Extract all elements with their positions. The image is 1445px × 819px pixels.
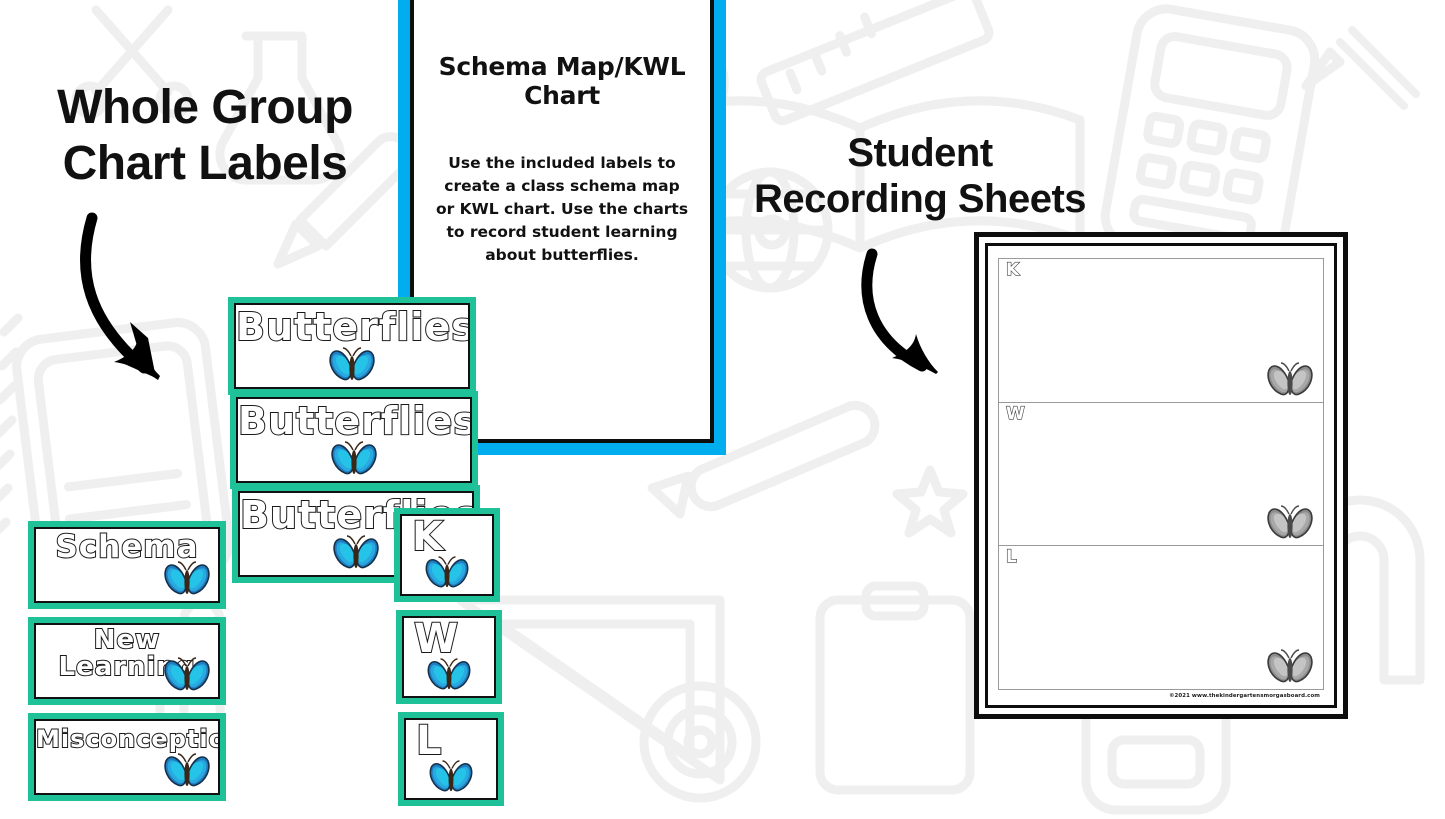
card-label-text: Misconceptions (36, 725, 218, 753)
butterfly-grayscale-icon (1267, 649, 1313, 683)
chart-label-card-k: K (394, 508, 500, 602)
kwl-row-letter-k: K (1005, 259, 1020, 280)
chart-label-card-w: W (396, 610, 502, 704)
butterfly-blue-morpho-icon (429, 760, 473, 792)
card-letter-text: L (415, 718, 443, 764)
butterfly-blue-morpho-icon (331, 441, 377, 475)
card-inner: Butterflies (236, 397, 472, 483)
kwl-row-letter-l: L (1005, 547, 1017, 568)
card-inner: Butterflies (234, 303, 470, 389)
kwl-row-k: K (999, 259, 1323, 403)
card-inner: Misconceptions (34, 719, 220, 795)
card-label-text: Butterflies (236, 305, 470, 349)
butterfly-blue-morpho-icon (164, 753, 210, 787)
card-letter-text: W (413, 616, 460, 662)
card-letter-text: K (411, 514, 444, 560)
butterfly-blue-morpho-icon (425, 556, 469, 588)
card-inner: W (402, 616, 496, 698)
chart-label-card-l: L (398, 712, 504, 806)
butterfly-blue-morpho-icon (333, 535, 379, 569)
chart-label-card-butterflies-2: Butterflies (230, 391, 478, 489)
chart-label-card-new-learning: New Learning (28, 617, 226, 705)
card-inner: Schema (34, 527, 220, 603)
cover-card-description: Use the included labels to create a clas… (435, 154, 689, 264)
kwl-row-w: W (999, 403, 1323, 547)
butterfly-blue-morpho-icon (164, 657, 210, 691)
card-inner: K (400, 514, 494, 596)
heading-whole-group-chart-labels: Whole Group Chart Labels (57, 81, 353, 190)
curved-arrow-icon-right (861, 248, 938, 374)
recording-sheet-inner: K W L ©2021 www.thekindergartensmorgasbo… (985, 243, 1337, 708)
butterfly-grayscale-icon (1267, 361, 1313, 395)
preview-canvas: Whole Group Chart Labels Student Recordi… (0, 0, 1445, 819)
chart-label-card-misconceptions: Misconceptions (28, 713, 226, 801)
heading-student-recording-sheets: Student Recording Sheets (753, 131, 1087, 222)
card-inner: New Learning (34, 623, 220, 699)
kwl-table: K W L (998, 258, 1324, 690)
butterfly-blue-morpho-icon (329, 347, 375, 381)
copyright-footer: ©2021 www.thekindergartensmorgasboard.co… (1169, 693, 1320, 699)
butterfly-blue-morpho-icon (164, 561, 210, 595)
card-label-text: Schema (54, 529, 199, 565)
chart-label-card-butterflies-1: Butterflies (228, 297, 476, 395)
student-recording-sheet: K W L ©2021 www.thekindergartensmorgasbo… (974, 232, 1348, 719)
curved-arrow-icon-left (80, 212, 160, 380)
kwl-row-letter-w: W (1005, 403, 1025, 424)
kwl-row-l: L (999, 546, 1323, 689)
cover-card-title: Schema Map/KWL Chart (438, 52, 686, 110)
chart-label-card-schema: Schema (28, 521, 226, 609)
butterfly-grayscale-icon (1267, 505, 1313, 539)
card-label-text: Butterflies (238, 399, 472, 443)
card-inner: L (404, 718, 498, 800)
butterfly-blue-morpho-icon (427, 658, 471, 690)
